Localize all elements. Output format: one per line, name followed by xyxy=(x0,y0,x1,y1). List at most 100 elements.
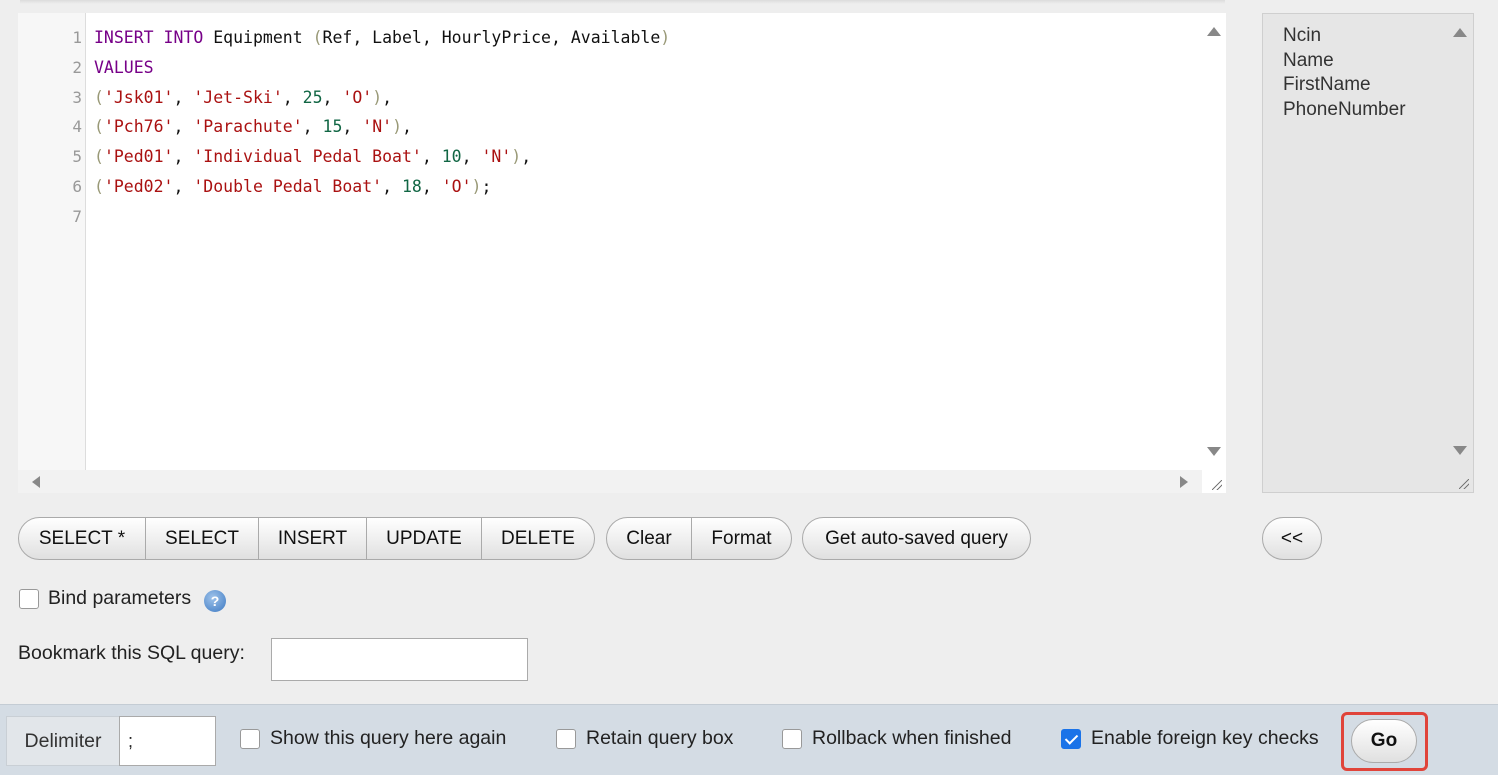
code-token: 15 xyxy=(322,117,343,137)
code-token: , xyxy=(282,87,303,107)
editor-resize-grip-icon[interactable] xyxy=(1212,480,1222,490)
code-token: Equipment xyxy=(203,28,313,47)
bookmark-label: Bookmark this SQL query: xyxy=(18,642,245,664)
code-line[interactable]: VALUES xyxy=(94,53,1196,83)
show-query-again-label[interactable]: Show this query here again xyxy=(270,727,506,750)
code-token: , xyxy=(173,147,194,167)
code-token: ( xyxy=(94,117,104,137)
line-numbers: 1 2 3 4 5 6 7 xyxy=(18,23,82,232)
enable-foreign-key-checks-label[interactable]: Enable foreign key checks xyxy=(1091,727,1319,750)
columns-scroll-down-icon[interactable] xyxy=(1453,446,1467,455)
column-item[interactable]: PhoneNumber xyxy=(1283,98,1406,123)
rollback-when-finished-label[interactable]: Rollback when finished xyxy=(812,727,1011,750)
get-auto-saved-query-button[interactable]: Get auto-saved query xyxy=(803,518,1030,559)
code-token: , xyxy=(421,147,442,167)
column-item[interactable]: Ncin xyxy=(1283,24,1406,49)
enable-foreign-key-checks-checkbox[interactable] xyxy=(1061,729,1081,749)
code-token: ) xyxy=(660,28,671,47)
code-token: , xyxy=(173,176,194,196)
code-token: 'N' xyxy=(362,117,393,137)
line-number: 6 xyxy=(72,176,82,196)
code-token: , xyxy=(382,176,402,196)
collapse-columns-button[interactable]: << xyxy=(1263,518,1321,559)
editor-action-buttons: Clear Format xyxy=(606,517,792,560)
top-edge xyxy=(20,0,1225,4)
column-item[interactable]: Name xyxy=(1283,49,1406,74)
retain-query-box-checkbox[interactable] xyxy=(556,729,576,749)
scroll-left-icon[interactable] xyxy=(32,476,40,488)
code-token: Ref, Label, HourlyPrice, Available xyxy=(322,28,661,47)
column-item[interactable]: FirstName xyxy=(1283,73,1406,98)
code-token: 'O' xyxy=(441,176,472,196)
line-number: 7 xyxy=(72,206,82,226)
code-token: , xyxy=(461,147,482,167)
editor-horizontal-scrollbar[interactable] xyxy=(18,470,1202,493)
query-template-buttons: SELECT * SELECT INSERT UPDATE DELETE xyxy=(18,517,595,560)
code-token: 'Jet-Ski' xyxy=(193,87,283,107)
scroll-right-icon[interactable] xyxy=(1180,476,1188,488)
sql-code[interactable]: INSERT INTO Equipment ( Ref, Label, Hourl… xyxy=(94,23,1196,232)
insert-button[interactable]: INSERT xyxy=(259,518,367,559)
line-number: 1 xyxy=(72,28,82,47)
code-token: 18 xyxy=(401,176,422,196)
code-line[interactable]: ('Jsk01', 'Jet-Ski', 25, 'O'), xyxy=(94,83,1196,113)
delimiter-input[interactable]: ; xyxy=(119,716,216,766)
scroll-up-icon[interactable] xyxy=(1207,27,1221,36)
code-token: 'Ped02' xyxy=(103,176,174,196)
code-token: 'N' xyxy=(481,147,512,167)
retain-query-box-label[interactable]: Retain query box xyxy=(586,727,733,750)
select-star-button[interactable]: SELECT * xyxy=(19,518,146,559)
code-token: 25 xyxy=(302,87,323,107)
columns-resize-grip-icon[interactable] xyxy=(1459,479,1469,489)
bind-parameters-checkbox[interactable] xyxy=(19,589,39,609)
clear-button[interactable]: Clear xyxy=(607,518,692,559)
code-token: , xyxy=(302,117,323,137)
code-token: ( xyxy=(94,87,104,107)
show-query-again-checkbox[interactable] xyxy=(240,729,260,749)
columns-scroll-up-icon[interactable] xyxy=(1453,28,1467,37)
bookmark-input[interactable] xyxy=(271,638,528,681)
code-token: ) xyxy=(392,117,403,137)
code-token: 'Jsk01' xyxy=(103,87,174,107)
delete-button[interactable]: DELETE xyxy=(482,518,594,559)
line-number: 5 xyxy=(72,147,82,167)
code-token: 'Parachute' xyxy=(193,117,303,137)
autosave-group: Get auto-saved query xyxy=(802,517,1031,560)
code-token: INTO xyxy=(163,28,204,47)
update-button[interactable]: UPDATE xyxy=(367,518,482,559)
rollback-when-finished-checkbox[interactable] xyxy=(782,729,802,749)
collapse-group: << xyxy=(1262,517,1322,560)
line-number: 3 xyxy=(72,87,82,107)
code-token: ( xyxy=(94,147,104,167)
code-line[interactable]: INSERT INTO Equipment (Ref, Label, Hourl… xyxy=(94,23,1196,53)
code-line[interactable]: ('Ped02', 'Double Pedal Boat', 18, 'O'); xyxy=(94,172,1196,202)
select-button[interactable]: SELECT xyxy=(146,518,259,559)
code-token: ; xyxy=(481,176,492,196)
code-token: ( xyxy=(94,176,104,196)
help-icon[interactable]: ? xyxy=(204,590,226,612)
code-token: INSERT xyxy=(94,28,154,47)
editor-vertical-scrollbar[interactable] xyxy=(1202,13,1226,470)
code-token: 'O' xyxy=(342,87,373,107)
code-token: 10 xyxy=(441,147,462,167)
code-token: 'Pch76' xyxy=(103,117,174,137)
code-token: , xyxy=(342,117,363,137)
bind-parameters-label[interactable]: Bind parameters xyxy=(48,587,191,610)
column-items: Ncin Name FirstName PhoneNumber xyxy=(1283,24,1406,122)
code-token: , xyxy=(402,117,412,137)
scroll-down-icon[interactable] xyxy=(1207,447,1221,456)
columns-list[interactable]: Ncin Name FirstName PhoneNumber xyxy=(1262,13,1474,493)
code-token: ) xyxy=(372,87,383,107)
code-line[interactable]: ('Ped01', 'Individual Pedal Boat', 10, '… xyxy=(94,142,1196,172)
code-token: , xyxy=(173,117,194,137)
go-button[interactable]: Go xyxy=(1351,719,1417,763)
line-number: 2 xyxy=(72,57,82,77)
code-token: 'Double Pedal Boat' xyxy=(193,176,383,196)
sql-editor[interactable]: 1 2 3 4 5 6 7 INSERT INTO Equipment ( Ref, Labe… xyxy=(18,13,1226,493)
code-line[interactable]: ('Pch76', 'Parachute', 15, 'N'), xyxy=(94,112,1196,142)
line-number: 4 xyxy=(72,117,82,137)
code-token: 'Individual Pedal Boat' xyxy=(193,147,422,167)
code-line[interactable] xyxy=(94,202,1196,232)
format-button[interactable]: Format xyxy=(692,518,791,559)
